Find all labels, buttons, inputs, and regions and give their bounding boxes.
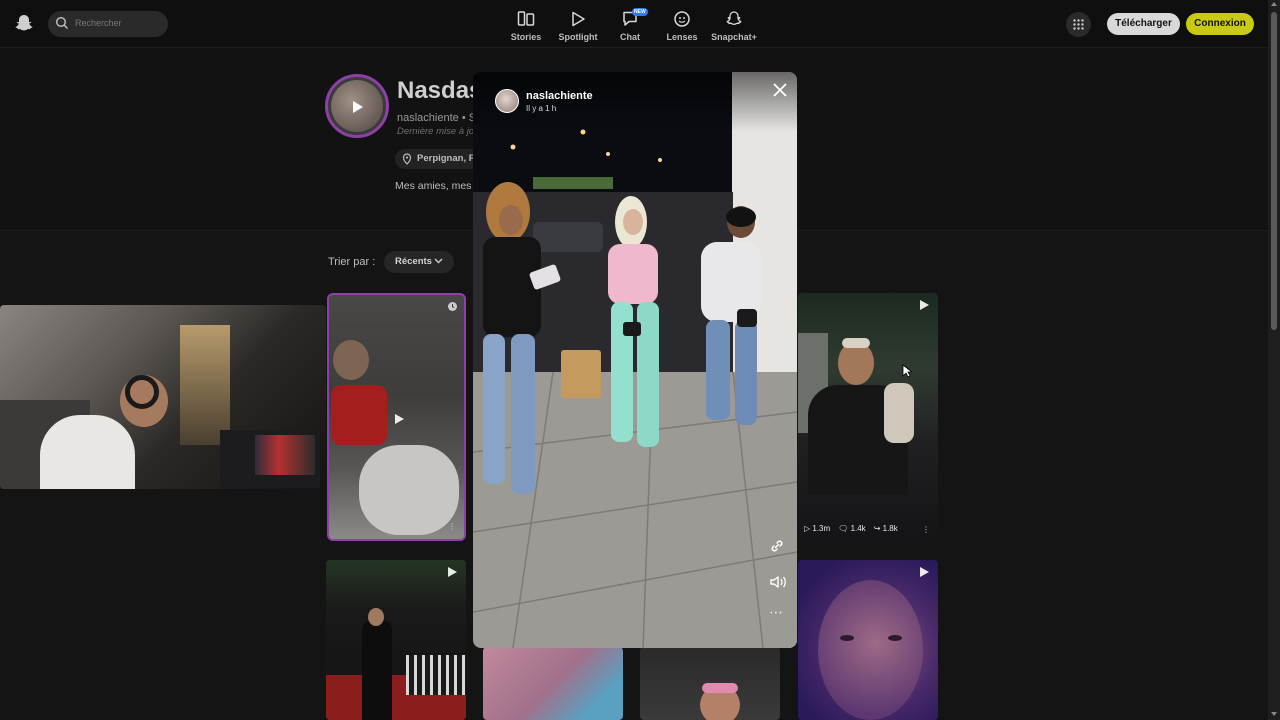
sound-icon[interactable]	[769, 574, 787, 590]
story-night-scene	[473, 72, 797, 648]
video-tile-dj[interactable]	[0, 305, 326, 489]
nav-stories-label: Stories	[510, 32, 542, 42]
sort-value: Récents	[395, 256, 432, 267]
story-viewer-modal: naslachiente Il y a 1 h ⋯	[473, 72, 797, 648]
profile-name: Nasdas	[397, 77, 483, 104]
nav-spotlight[interactable]: Spotlight	[552, 8, 604, 42]
play-icon	[395, 414, 404, 424]
search-placeholder: Rechercher	[75, 18, 122, 28]
top-navigation-bar: Rechercher Stories Spotlight NEW Chat Le…	[0, 0, 1268, 48]
play-icon	[920, 300, 929, 310]
clock-icon	[448, 302, 457, 311]
snapchat-plus-icon	[726, 11, 742, 25]
more-options-icon[interactable]: ⋮	[922, 525, 930, 534]
sort-dropdown[interactable]: Récents	[384, 251, 454, 273]
chevron-down-icon	[434, 258, 443, 264]
nav-lenses-label: Lenses	[666, 32, 698, 42]
video-tile-pink[interactable]	[483, 647, 623, 720]
story-username[interactable]: naslachiente	[526, 90, 593, 102]
main-nav: Stories Spotlight NEW Chat Lenses Snapch…	[500, 8, 760, 42]
comments-stat: 🗨 1.4k	[838, 524, 866, 533]
video-tile-purple-face[interactable]	[798, 560, 938, 720]
location-text: Perpignan, FR	[417, 153, 482, 164]
more-options-icon[interactable]: ⋮	[448, 522, 456, 531]
profile-avatar[interactable]	[325, 74, 389, 138]
close-icon[interactable]	[771, 81, 789, 99]
nav-snapchat-plus-label: Snapchat+	[711, 32, 757, 42]
scrollbar-thumb[interactable]	[1271, 12, 1277, 330]
story-user-avatar[interactable]	[495, 89, 519, 113]
snapchat-ghost-logo-icon[interactable]	[14, 13, 34, 33]
play-icon	[448, 567, 457, 577]
video-tile-street[interactable]	[640, 647, 780, 720]
nav-chat[interactable]: NEW Chat	[604, 8, 656, 42]
new-badge: NEW	[632, 8, 648, 16]
scroll-up-arrow-icon[interactable]	[1271, 2, 1277, 6]
sort-label: Trier par :	[328, 256, 376, 268]
story-header	[473, 72, 797, 132]
nav-stories[interactable]: Stories	[500, 8, 552, 42]
profile-last-updated: Dernière mise à jo	[397, 126, 475, 137]
apps-grid-icon	[1073, 19, 1084, 30]
apps-menu-button[interactable]	[1066, 12, 1091, 37]
video-tile-child[interactable]: ⋮	[327, 293, 466, 541]
profile-username: naslachiente • S	[397, 112, 477, 124]
scroll-down-arrow-icon[interactable]	[1271, 712, 1277, 716]
play-icon	[920, 567, 929, 577]
lenses-icon	[674, 11, 690, 27]
more-options-icon[interactable]: ⋯	[769, 604, 784, 621]
nav-chat-label: Chat	[620, 32, 640, 42]
login-button[interactable]: Connexion	[1186, 13, 1254, 35]
tile-stats: ▷ 1.3m 🗨 1.4k ↪ 1.8k	[804, 524, 898, 533]
views-stat: ▷ 1.3m	[804, 524, 831, 533]
search-icon	[55, 16, 69, 30]
page-scrollbar[interactable]	[1268, 0, 1280, 720]
snapchat-profile-page: Rechercher Stories Spotlight NEW Chat Le…	[0, 0, 1280, 720]
story-timestamp: Il y a 1 h	[526, 104, 557, 113]
link-icon[interactable]	[769, 538, 785, 554]
nav-snapchat-plus[interactable]: Snapchat+	[708, 8, 760, 42]
profile-bio: Mes amies, mes	[395, 180, 472, 192]
nav-spotlight-label: Spotlight	[558, 32, 598, 42]
mouse-cursor-icon	[902, 364, 912, 378]
shares-stat: ↪ 1.8k	[873, 524, 898, 533]
video-tile-football[interactable]: ▷ 1.3m 🗨 1.4k ↪ 1.8k ⋮	[798, 293, 938, 542]
spotlight-play-icon	[572, 11, 585, 27]
location-pin-icon	[402, 153, 412, 165]
search-bar[interactable]: Rechercher	[48, 11, 168, 37]
stories-icon	[517, 11, 535, 26]
play-icon	[353, 101, 363, 113]
video-tile-red-carpet[interactable]	[326, 560, 466, 720]
nav-lenses[interactable]: Lenses	[656, 8, 708, 42]
download-button[interactable]: Télécharger	[1107, 13, 1180, 35]
